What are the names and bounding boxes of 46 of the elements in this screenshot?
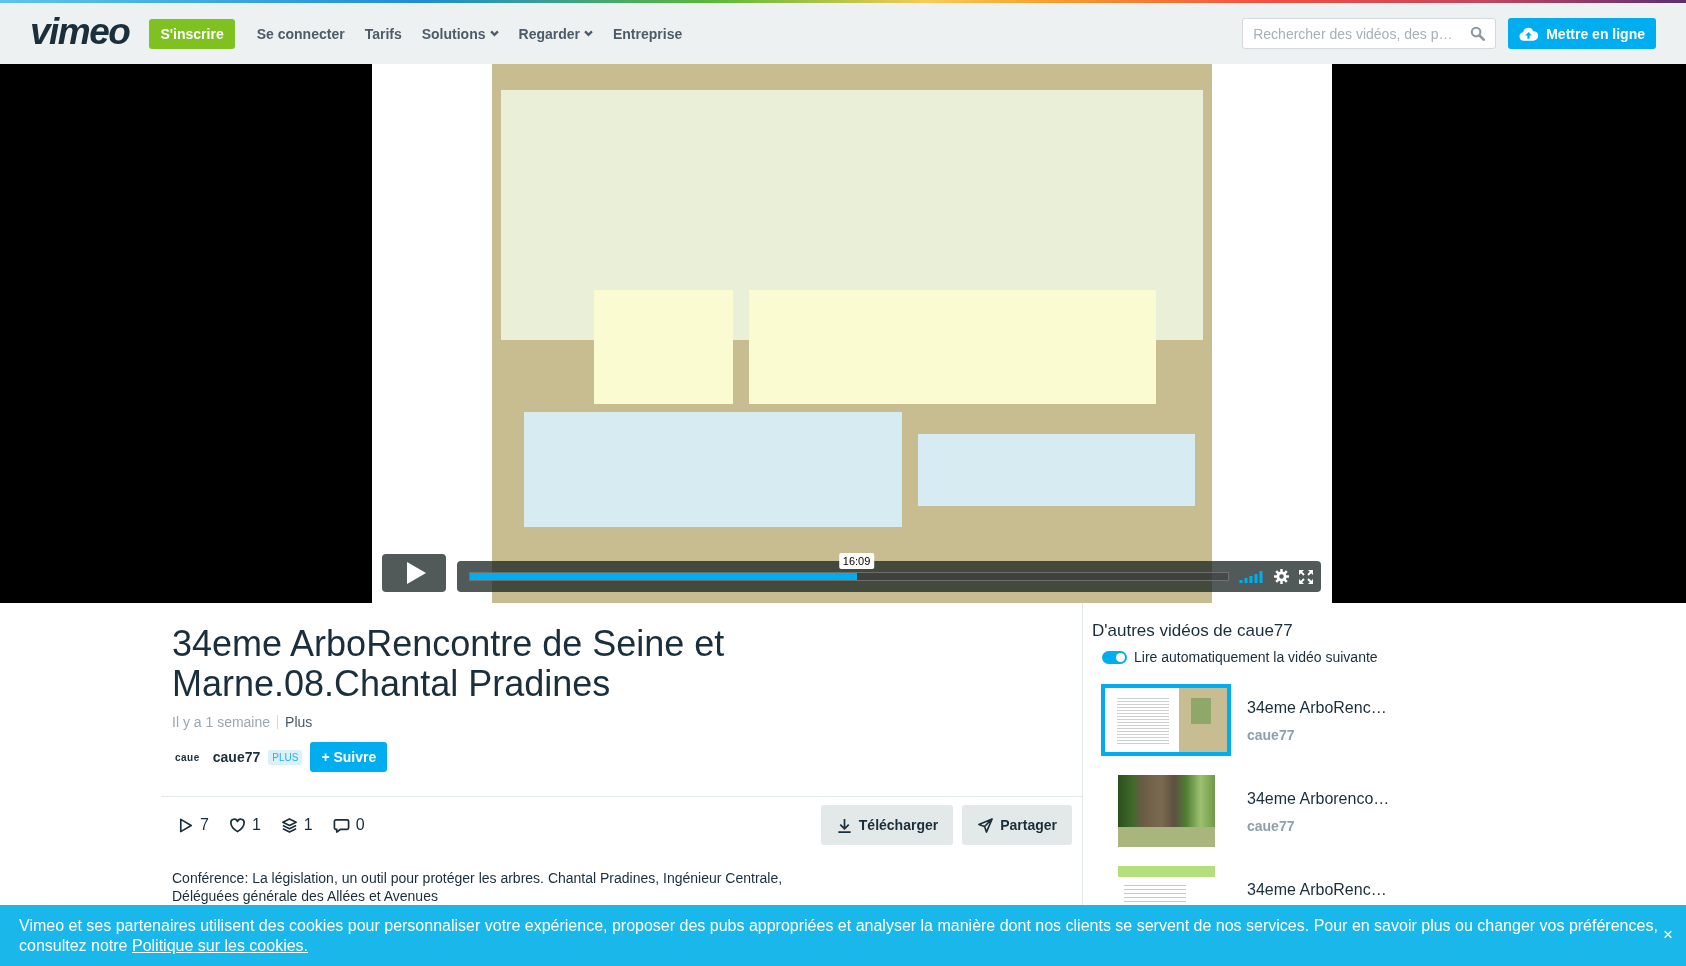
autoplay-toggle[interactable]: [1102, 650, 1127, 664]
settings-icon[interactable]: [1274, 569, 1289, 584]
more-link[interactable]: Plus: [285, 712, 313, 732]
site-logo[interactable]: vimeo: [30, 12, 130, 55]
play-button[interactable]: [382, 554, 446, 592]
play-count: 7: [200, 815, 209, 835]
video-thumbnail[interactable]: [1117, 775, 1215, 847]
nav-link[interactable]: Se connecter: [256, 25, 345, 42]
channel-logo[interactable]: caue: [175, 751, 200, 763]
related-video-title[interactable]: 34eme ArboRenc…: [1247, 698, 1387, 718]
nav-link[interactable]: Solutions: [421, 25, 499, 42]
comment-icon: [332, 816, 350, 834]
cookie-notice-text: Vimeo et ses partenaires utilisent des cookies pour personnaliser votre expérience, proposer des pubs appropriées et analyser la manière dont nos clients se servent de nos services. Pour en savoir plus ou changer vos préférences, consultez notre Politique sur les cookies.: [19, 916, 1658, 956]
search-field[interactable]: Rechercher des vidéos, des p…: [1242, 18, 1497, 49]
download-icon: [835, 816, 853, 834]
comment-count: 0: [355, 815, 365, 835]
nav-link[interactable]: Tarifs: [364, 25, 402, 42]
fullscreen-icon[interactable]: [1299, 569, 1313, 584]
play-outline-icon: [177, 816, 194, 834]
like-count: 1: [251, 815, 261, 835]
search-icon[interactable]: [1470, 26, 1486, 41]
heart-icon: [228, 816, 246, 834]
time-tooltip: 16:09: [838, 553, 875, 569]
cloud-upload-icon: [1519, 26, 1539, 41]
layers-icon: [280, 816, 298, 834]
paper-plane-icon: [977, 816, 995, 834]
autoplay-label: Lire automatiquement la vidéo suivante: [1134, 648, 1378, 666]
section-heading: D'autres vidéos de caue77: [1092, 620, 1294, 642]
share-button[interactable]: Partager: [962, 805, 1072, 845]
nav-link[interactable]: Regarder: [518, 25, 593, 42]
plus-badge: PLUS: [268, 749, 303, 765]
related-video-title[interactable]: 34eme ArboRenc…: [1247, 880, 1387, 900]
nav-link[interactable]: Entreprise: [613, 25, 683, 42]
channel-name[interactable]: caue77: [212, 749, 261, 765]
video-thumbnail[interactable]: [1101, 684, 1231, 756]
volume-icon[interactable]: [1239, 570, 1263, 583]
upload-age: Il y a 1 semaine: [172, 713, 271, 732]
chevron-down-icon: [489, 30, 499, 37]
collection-count: 1: [303, 815, 313, 835]
download-button[interactable]: Télécharger: [820, 805, 954, 845]
related-video-title[interactable]: 34eme Arborenco…: [1247, 789, 1390, 809]
play-icon: [405, 562, 426, 584]
video-title: 34eme ArboRencontre de Seine et Marne.08.Chantal Pradines: [172, 624, 726, 704]
progress-track[interactable]: [469, 572, 1229, 581]
video-description: Conférence: La législation, un outil pour protéger les arbres. Chantal Pradines, Ingénieur Centrale, Déléguées générale des Allées et Avenues: [172, 869, 784, 905]
chevron-down-icon: [584, 30, 593, 37]
